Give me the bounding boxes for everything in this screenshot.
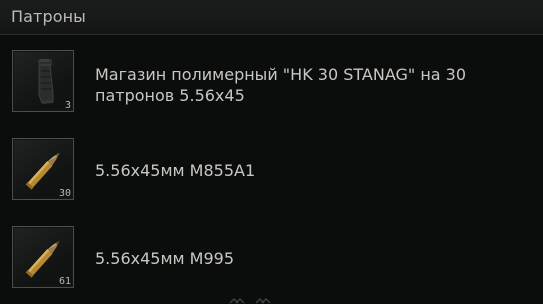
item-count: 30 xyxy=(58,188,71,199)
item-slot[interactable]: 61 xyxy=(12,226,74,288)
item-name: Магазин полимерный "HK 30 STANAG" на 30 … xyxy=(95,65,467,105)
item-name: 5.56x45мм M995 xyxy=(95,249,235,268)
panel-title: Патроны xyxy=(11,7,86,26)
panel-header: Патроны xyxy=(0,0,543,35)
item-count: 61 xyxy=(58,276,71,287)
list-item[interactable]: 30 5.56x45мм M855A1 xyxy=(0,128,543,216)
item-slot[interactable]: 3 xyxy=(12,50,74,112)
item-count: 3 xyxy=(64,100,71,111)
ammo-panel: Патроны 3 Магазин полимерный "HK 30 STAN… xyxy=(0,0,543,304)
list-item[interactable]: 3 Магазин полимерный "HK 30 STANAG" на 3… xyxy=(0,40,543,128)
list-item[interactable]: 61 5.56x45мм M995 xyxy=(0,216,543,304)
item-slot[interactable]: 30 xyxy=(12,138,74,200)
scroll-chevrons-icon[interactable] xyxy=(226,296,274,304)
item-name: 5.56x45мм M855A1 xyxy=(95,161,256,180)
